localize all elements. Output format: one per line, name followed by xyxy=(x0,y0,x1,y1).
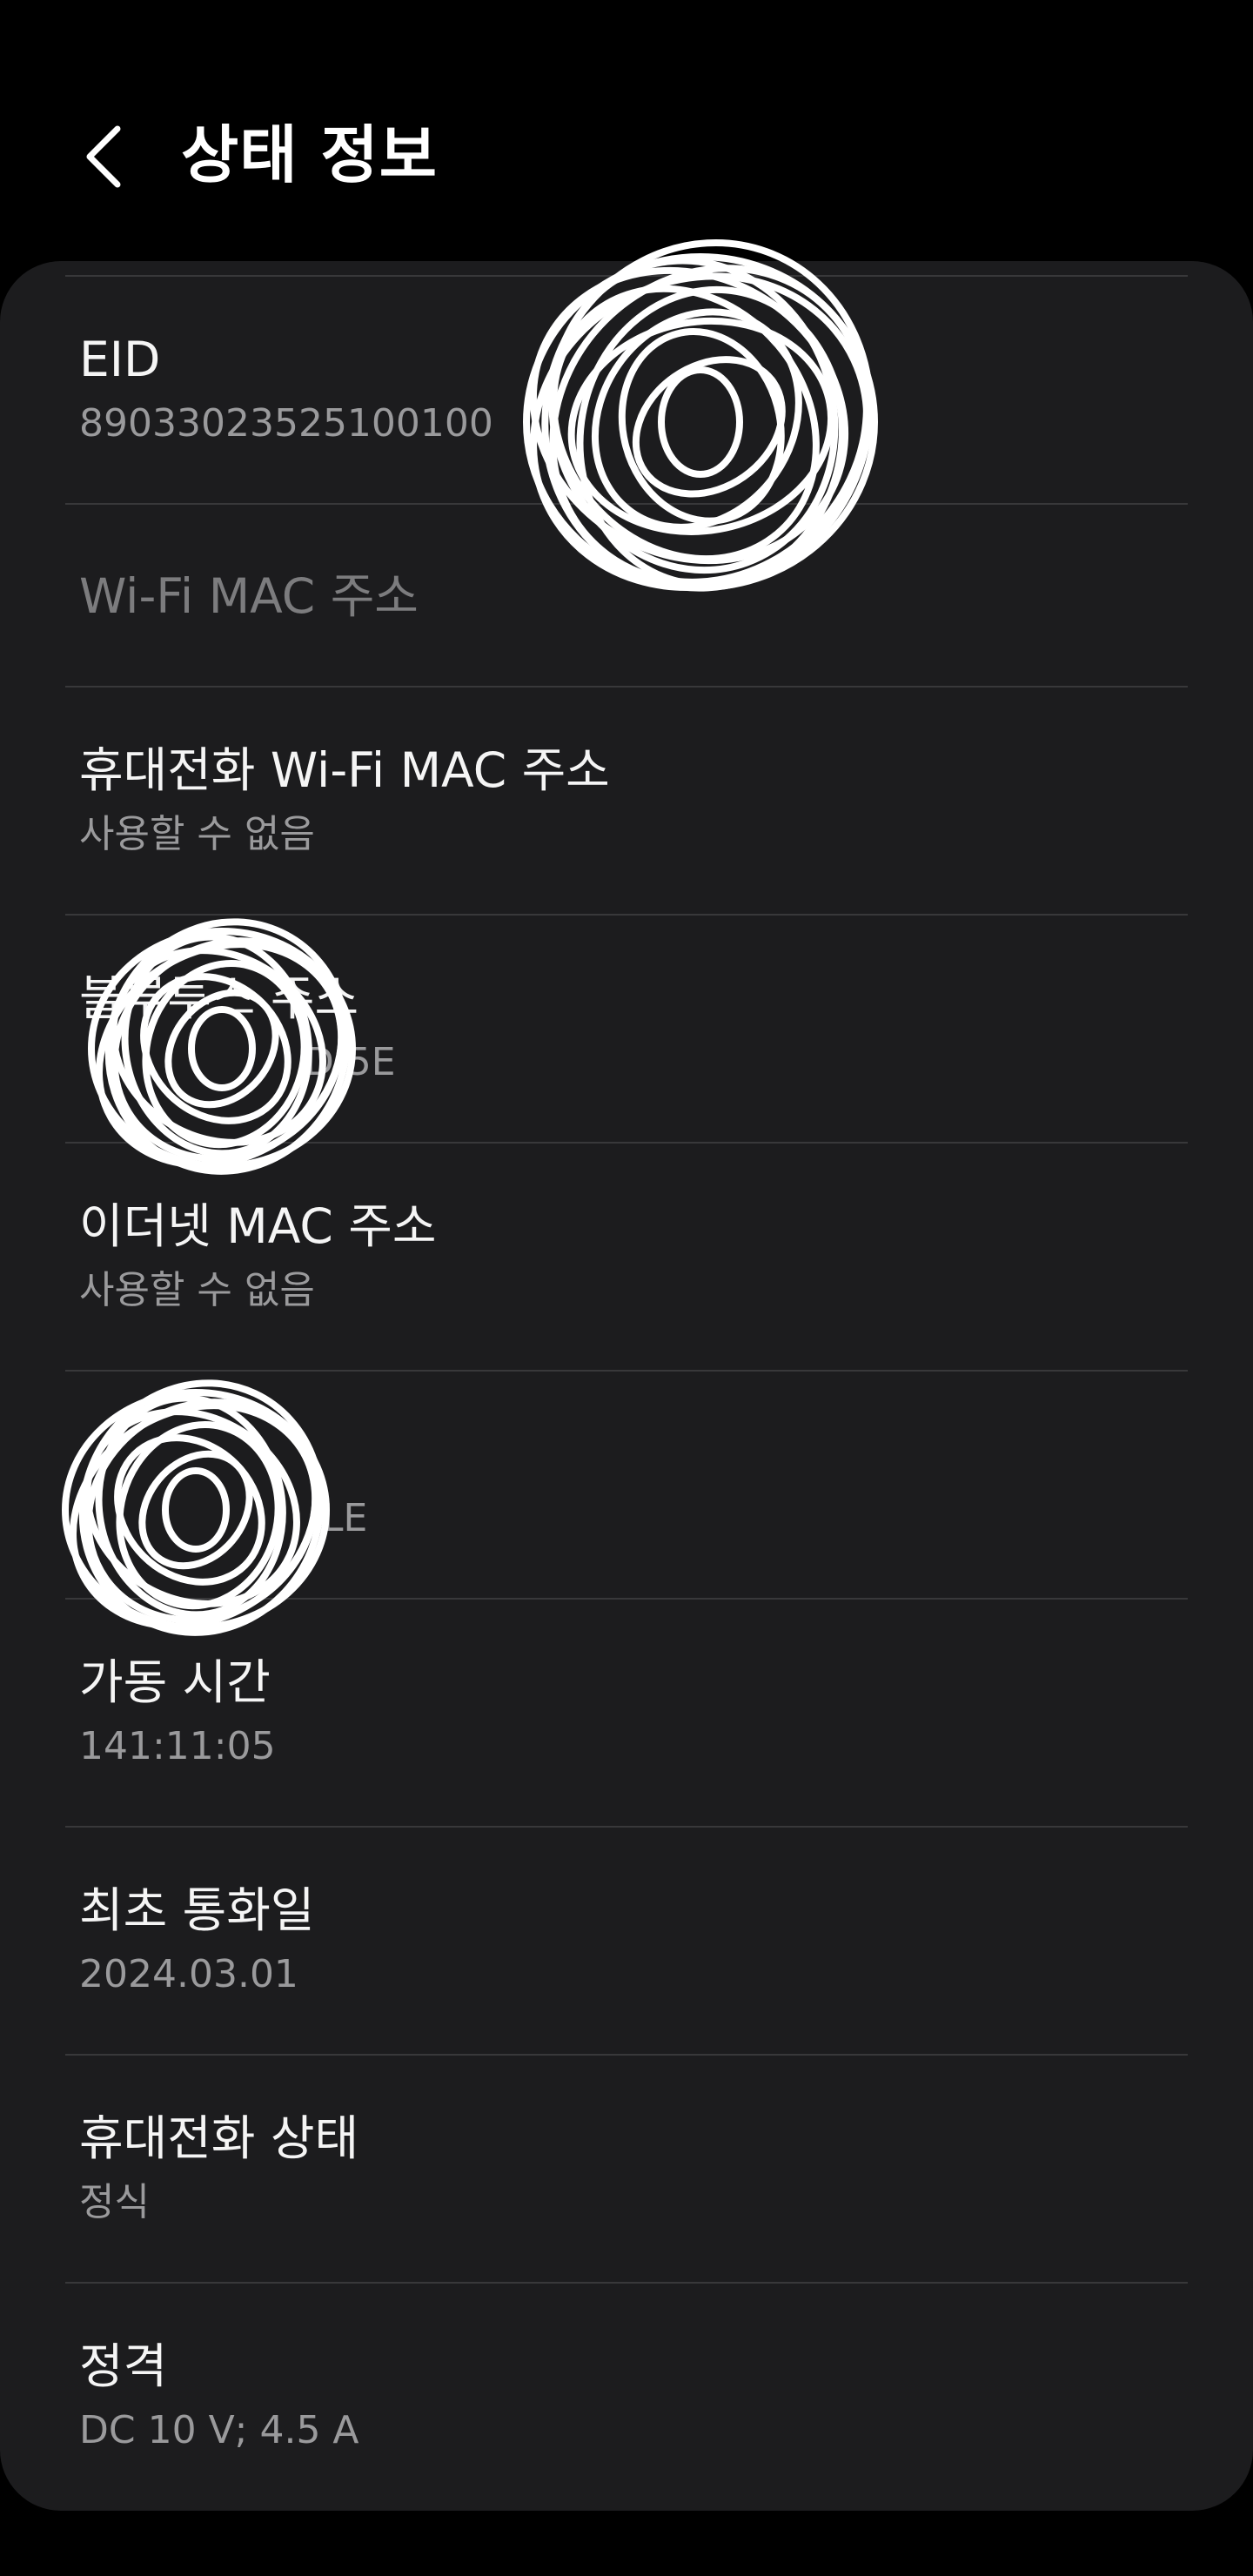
list-item-phone-status[interactable]: 휴대전화 상태 정식 xyxy=(0,2056,1253,2282)
item-value: 89033023525100100 xyxy=(79,401,493,446)
item-title: 블루투스 주소 xyxy=(79,970,359,1026)
back-button[interactable] xyxy=(70,117,139,196)
item-value: DC 10 V; 4.5 A xyxy=(79,2408,359,2452)
item-value: 사용할 수 없음 xyxy=(79,1268,315,1312)
item-title: 최초 통화일 xyxy=(79,1882,315,1938)
item-value: D:5E xyxy=(305,1040,396,1084)
item-title: 정격 xyxy=(79,2338,168,2394)
list-item-ethernet-mac[interactable]: 이더넷 MAC 주소 사용할 수 없음 xyxy=(0,1144,1253,1370)
app-bar: 상태 정보 xyxy=(0,0,1253,261)
item-value: LE xyxy=(322,1496,368,1540)
item-title: 휴대전화 Wi-Fi MAC 주소 xyxy=(79,742,610,798)
list-item-bluetooth-address[interactable]: 블루투스 주소 D:5E xyxy=(0,916,1253,1142)
item-value: 2024.03.01 xyxy=(79,1952,298,1996)
list-item-phone-wifi-mac[interactable]: 휴대전화 Wi-Fi MAC 주소 사용할 수 없음 xyxy=(0,688,1253,914)
chevron-left-icon xyxy=(86,125,121,188)
item-title: Wi-Fi MAC 주소 xyxy=(79,568,419,624)
status-info-list: EID 89033023525100100 Wi-Fi MAC 주소 휴대전화 … xyxy=(0,261,1253,2511)
list-item-wifi-mac: Wi-Fi MAC 주소 xyxy=(0,505,1253,686)
item-title: EID xyxy=(79,332,161,387)
item-value: 141:11:05 xyxy=(79,1724,276,1768)
item-title: 휴대전화 상태 xyxy=(79,2110,359,2166)
list-item-eid[interactable]: EID 89033023525100100 xyxy=(0,277,1253,503)
list-item-rating[interactable]: 정격 DC 10 V; 4.5 A xyxy=(0,2284,1253,2511)
item-title: 이더넷 MAC 주소 xyxy=(79,1198,437,1254)
list-item-first-call-date[interactable]: 최초 통화일 2024.03.01 xyxy=(0,1828,1253,2054)
list-item-redacted[interactable]: LE xyxy=(0,1372,1253,1598)
item-value: 정식 xyxy=(79,2180,150,2224)
item-title: 가동 시간 xyxy=(79,1654,271,1710)
page-title: 상태 정보 xyxy=(181,118,439,191)
list-item-uptime[interactable]: 가동 시간 141:11:05 xyxy=(0,1600,1253,1826)
item-value: 사용할 수 없음 xyxy=(79,812,315,856)
